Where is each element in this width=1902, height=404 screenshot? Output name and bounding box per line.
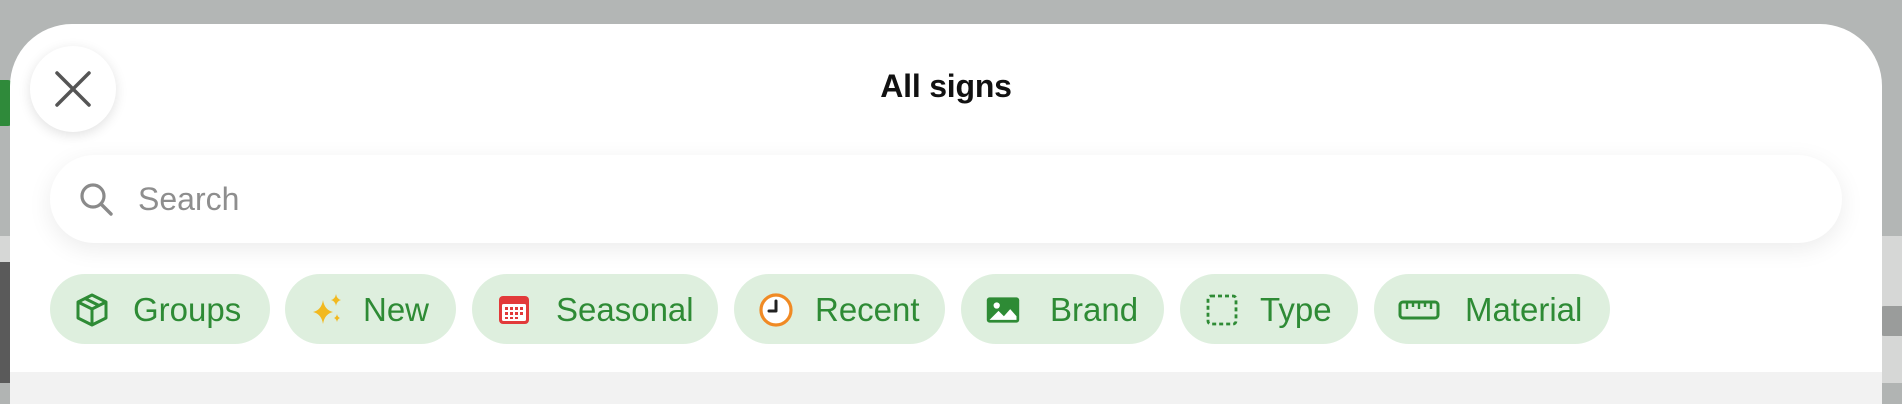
filter-chip-label: Material bbox=[1465, 291, 1583, 328]
sheet-content-area bbox=[10, 372, 1882, 404]
filter-chip-label: Seasonal bbox=[556, 291, 694, 328]
filter-chip-seasonal[interactable]: Seasonal bbox=[472, 274, 718, 344]
search-input[interactable] bbox=[138, 171, 1818, 227]
cube-icon bbox=[76, 293, 108, 327]
all-signs-sheet: All signs Groups New bbox=[10, 24, 1882, 404]
filter-chip-label: Recent bbox=[815, 291, 920, 328]
ruler-icon bbox=[1398, 300, 1440, 320]
page-title: All signs bbox=[880, 68, 1012, 104]
filter-chip-label: New bbox=[363, 291, 430, 328]
filter-chip-material[interactable]: Material bbox=[1374, 274, 1610, 344]
filter-chip-label: Groups bbox=[133, 291, 242, 328]
filter-chip-recent[interactable]: Recent bbox=[734, 274, 945, 344]
sparkles-icon bbox=[313, 294, 341, 324]
search-icon bbox=[80, 183, 113, 216]
filter-chip-brand[interactable]: Brand bbox=[961, 274, 1164, 344]
filter-chip-groups[interactable]: Groups bbox=[50, 274, 270, 344]
background-chip bbox=[1880, 306, 1902, 336]
search-field[interactable] bbox=[50, 155, 1842, 243]
filter-chip-type[interactable]: Type bbox=[1180, 274, 1358, 344]
filter-chip-label: Brand bbox=[1050, 291, 1139, 328]
calendar-icon bbox=[499, 296, 529, 324]
filter-chip-new[interactable]: New bbox=[285, 274, 456, 344]
clock-icon bbox=[759, 293, 793, 327]
image-icon bbox=[986, 297, 1020, 323]
dashed-square-icon bbox=[1206, 294, 1238, 326]
filter-chip-label: Type bbox=[1260, 291, 1332, 328]
